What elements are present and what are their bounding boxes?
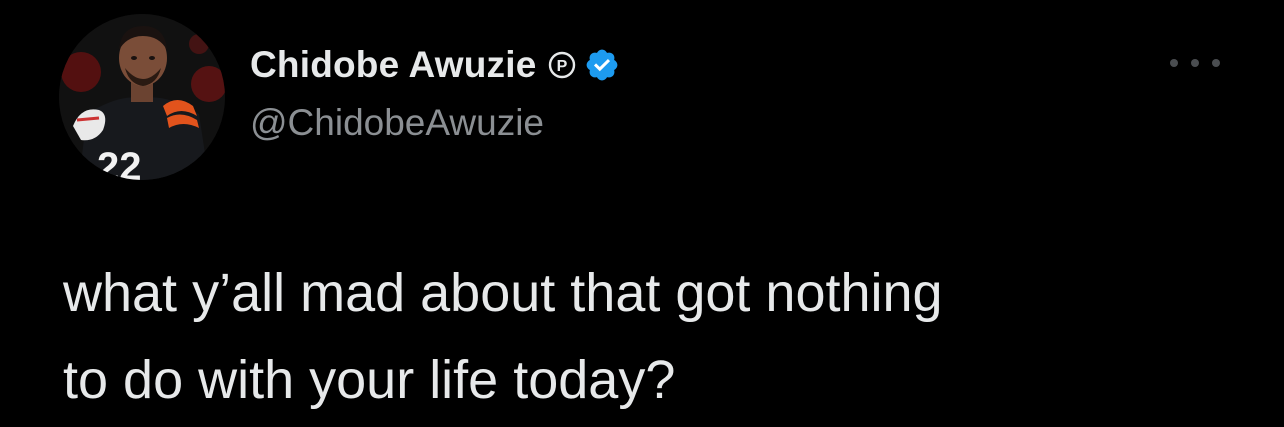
author-handle[interactable]: @ChidobeAwuzie: [250, 102, 544, 144]
more-horizontal-icon[interactable]: [1170, 48, 1220, 78]
tweet-text: what y’all mad about that got nothing to …: [63, 250, 1243, 424]
tweet: 22 Chidobe Awuzie P @ChidobeAwuzie what …: [0, 0, 1284, 427]
author-display-name[interactable]: Chidobe Awuzie: [250, 44, 536, 86]
avatar[interactable]: 22: [59, 14, 225, 180]
tweet-text-line: what y’all mad about that got nothing: [63, 263, 943, 323]
avatar-image: 22: [59, 14, 225, 180]
svg-text:P: P: [557, 58, 568, 75]
dot-icon: [1191, 59, 1199, 67]
professional-badge-icon: P: [548, 51, 576, 79]
verified-badge-icon[interactable]: [584, 47, 620, 83]
author-name-row: Chidobe Awuzie P: [250, 40, 620, 90]
tweet-text-line: to do with your life today?: [63, 350, 676, 410]
dot-icon: [1212, 59, 1220, 67]
dot-icon: [1170, 59, 1178, 67]
svg-text:22: 22: [97, 145, 142, 180]
